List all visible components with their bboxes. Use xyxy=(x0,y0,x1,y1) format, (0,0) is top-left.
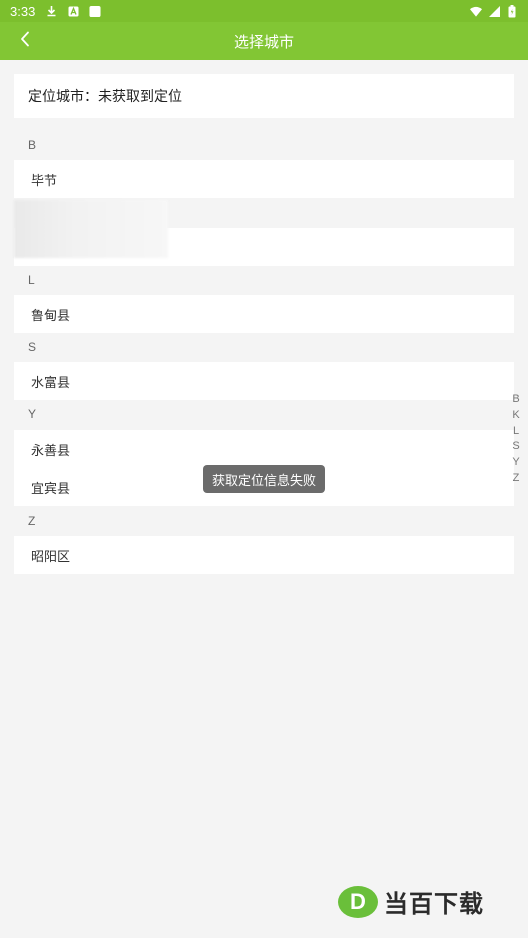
wifi-icon xyxy=(470,5,482,17)
city-group-l: 鲁甸县 xyxy=(14,295,514,333)
city-item[interactable]: 鲁甸县 xyxy=(14,295,514,333)
index-letter[interactable]: B xyxy=(512,392,519,408)
city-name: 鲁甸县 xyxy=(31,308,71,324)
watermark-logo-icon: D xyxy=(338,885,378,918)
index-letter[interactable]: K xyxy=(512,408,519,424)
index-letter[interactable]: Z xyxy=(513,471,520,487)
watermark-text: 当百下载 xyxy=(384,890,484,918)
watermark: D 当百下载 xyxy=(338,884,484,919)
back-button[interactable] xyxy=(10,26,40,56)
index-letter[interactable]: S xyxy=(512,439,519,455)
index-letter[interactable]: Y xyxy=(512,455,519,471)
redacted-region xyxy=(14,200,168,258)
city-item[interactable]: 毕节 xyxy=(14,160,514,198)
status-time: 3:33 xyxy=(10,3,36,19)
download-icon xyxy=(45,5,57,17)
section-header-z: Z xyxy=(28,514,36,528)
city-item[interactable]: 昭阳区 xyxy=(14,536,514,574)
city-item[interactable]: 永善县 xyxy=(14,430,514,468)
alphabet-index-bar[interactable]: B K L S Y Z xyxy=(510,392,522,487)
location-city-text: 定位城市：未获取到定位 xyxy=(28,89,182,105)
section-header-s: S xyxy=(28,340,37,354)
section-header-y: Y xyxy=(28,407,37,421)
city-name: 毕节 xyxy=(31,173,58,189)
city-name: 永善县 xyxy=(31,443,71,459)
a-icon xyxy=(67,5,79,17)
status-bar: 3:33 xyxy=(0,0,528,22)
city-name: 宜宾县 xyxy=(31,481,71,497)
location-card[interactable]: 定位城市：未获取到定位 xyxy=(14,74,514,118)
battery-icon xyxy=(506,4,518,17)
chevron-left-icon xyxy=(20,31,30,51)
city-name: 昭阳区 xyxy=(31,549,71,565)
section-header-b: B xyxy=(28,138,37,152)
index-letter[interactable]: L xyxy=(513,424,519,440)
app-bar: 选择城市 xyxy=(0,22,528,60)
city-group-s: 水富县 xyxy=(14,362,514,400)
page-title: 选择城市 xyxy=(233,32,294,51)
section-header-l: L xyxy=(28,273,35,287)
notification-square-icon xyxy=(89,5,101,17)
city-item[interactable]: 水富县 xyxy=(14,362,514,400)
city-group-b: 毕节 xyxy=(14,160,514,198)
toast-message: 获取定位信息失败 xyxy=(203,465,325,493)
signal-icon xyxy=(488,5,500,17)
city-group-z: 昭阳区 xyxy=(14,536,514,574)
city-name: 水富县 xyxy=(31,375,71,391)
toast-text: 获取定位信息失败 xyxy=(211,473,316,489)
